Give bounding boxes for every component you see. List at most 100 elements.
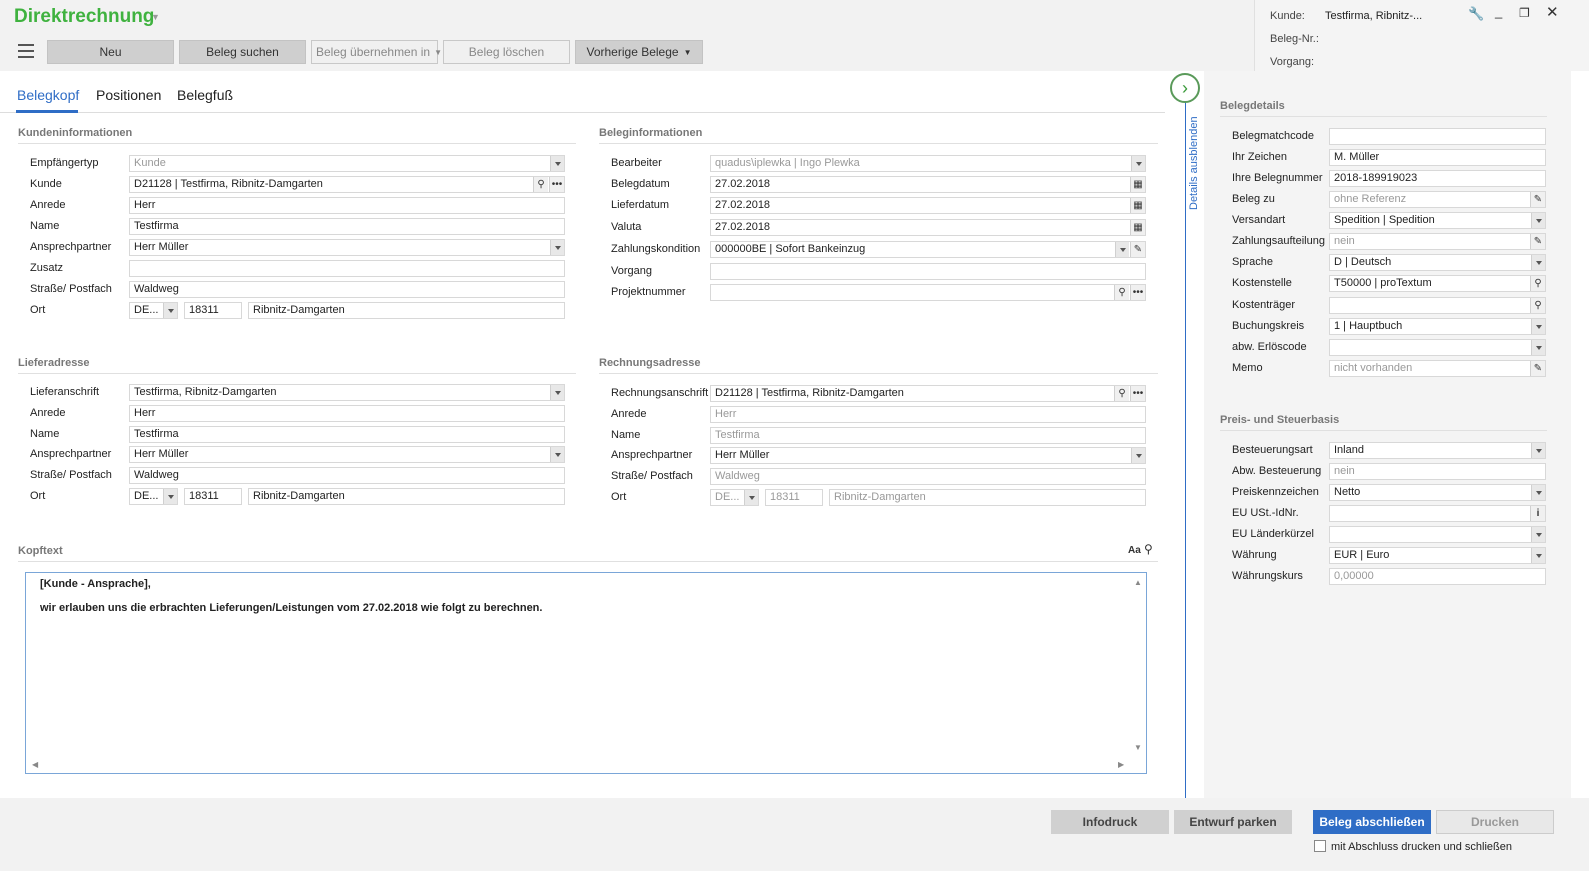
waehrung-select[interactable]: EUR | Euro bbox=[1329, 547, 1546, 564]
neu-button[interactable]: Neu bbox=[47, 40, 174, 64]
vorherige-belege-button[interactable]: Vorherige Belege ▼ bbox=[575, 40, 703, 64]
liefer-zip-field[interactable]: 18311 bbox=[184, 488, 242, 505]
rechnung-city-field[interactable]: Ribnitz-Damgarten bbox=[829, 489, 1146, 506]
empfaengertyp-select[interactable]: Kunde bbox=[129, 155, 565, 172]
country-select[interactable]: DE... bbox=[129, 302, 178, 319]
rechnung-country-select[interactable]: DE... bbox=[710, 489, 759, 506]
liefer-anrede-field[interactable]: Herr bbox=[129, 405, 565, 422]
edit-icon[interactable]: ✎ bbox=[1530, 234, 1545, 249]
more-icon[interactable]: ••• bbox=[1130, 386, 1145, 401]
search-icon[interactable]: ⚲ bbox=[1530, 298, 1545, 313]
close-icon[interactable]: ✕ bbox=[1546, 3, 1559, 21]
name-field[interactable]: Testfirma bbox=[129, 218, 565, 235]
liefer-strasse-field[interactable]: Waldweg bbox=[129, 467, 565, 484]
beleg-abschliessen-button[interactable]: Beleg abschließen bbox=[1313, 810, 1431, 834]
search-icon[interactable]: ⚲ bbox=[1144, 542, 1153, 556]
abschluss-drucken-checkbox[interactable] bbox=[1314, 840, 1326, 852]
ansprechpartner-select[interactable]: Herr Müller bbox=[129, 239, 565, 256]
beleg-zu-field[interactable]: ohne Referenz ✎ bbox=[1329, 191, 1546, 208]
rechnung-name-field[interactable]: Testfirma bbox=[710, 427, 1146, 444]
waehrungskurs-field[interactable]: 0,00000 bbox=[1329, 568, 1546, 585]
chevron-down-icon[interactable] bbox=[1115, 242, 1129, 257]
chevron-right-icon[interactable]: › bbox=[1170, 73, 1200, 103]
search-icon[interactable]: ⚲ bbox=[533, 177, 548, 192]
strasse-field[interactable]: Waldweg bbox=[129, 281, 565, 298]
search-icon[interactable]: ⚲ bbox=[1114, 285, 1129, 300]
vorgang-field[interactable] bbox=[710, 263, 1146, 280]
zusatz-field[interactable] bbox=[129, 260, 565, 277]
tab-positionen[interactable]: Positionen bbox=[96, 87, 161, 103]
details-toggle[interactable]: Details ausblenden bbox=[1188, 116, 1204, 210]
valuta-field[interactable]: 27.02.2018 ▦ bbox=[710, 219, 1146, 236]
chevron-down-icon[interactable] bbox=[1531, 319, 1545, 334]
beleg-uebernehmen-button[interactable]: Beleg übernehmen in ▼ bbox=[311, 40, 442, 64]
restore-icon[interactable]: ❐ bbox=[1519, 6, 1530, 20]
minimize-icon[interactable]: _ bbox=[1495, 4, 1502, 19]
scroll-up-icon[interactable]: ▲ bbox=[1134, 578, 1142, 587]
entwurf-parken-button[interactable]: Entwurf parken bbox=[1174, 810, 1292, 834]
edit-icon[interactable]: ✎ bbox=[1530, 192, 1545, 207]
chevron-down-icon[interactable] bbox=[1531, 485, 1545, 500]
rechnung-zip-field[interactable]: 18311 bbox=[765, 489, 823, 506]
search-icon[interactable]: ⚲ bbox=[1114, 386, 1129, 401]
font-format-icon[interactable]: Aa bbox=[1128, 545, 1141, 556]
calendar-icon[interactable]: ▦ bbox=[1130, 220, 1145, 235]
bearbeiter-select[interactable]: quadus\iplewka | Ingo Plewka bbox=[710, 155, 1146, 172]
chevron-down-icon[interactable] bbox=[1531, 443, 1545, 458]
kunde-field[interactable]: D21128 | Testfirma, Ribnitz-Damgarten ⚲ ••… bbox=[129, 176, 565, 193]
versandart-select[interactable]: Spedition | Spedition bbox=[1329, 212, 1546, 229]
title-dropdown-icon[interactable]: ▼ bbox=[151, 12, 160, 22]
chevron-down-icon[interactable] bbox=[1531, 340, 1545, 355]
panel-splitter[interactable] bbox=[1185, 100, 1186, 798]
tab-belegkopf[interactable]: Belegkopf bbox=[17, 87, 79, 103]
kostentraeger-field[interactable]: ⚲ bbox=[1329, 297, 1546, 314]
zip-field[interactable]: 18311 bbox=[184, 302, 242, 319]
edit-icon[interactable]: ✎ bbox=[1130, 242, 1145, 257]
calendar-icon[interactable]: ▦ bbox=[1130, 198, 1145, 213]
lieferanschrift-select[interactable]: Testfirma, Ribnitz-Damgarten bbox=[129, 384, 565, 401]
search-icon[interactable]: ⚲ bbox=[1530, 276, 1545, 291]
scroll-down-icon[interactable]: ▼ bbox=[1134, 743, 1142, 752]
chevron-down-icon[interactable] bbox=[1131, 448, 1145, 463]
chevron-down-icon[interactable] bbox=[550, 156, 564, 171]
rechnung-strasse-field[interactable]: Waldweg bbox=[710, 468, 1146, 485]
zahlungskondition-select[interactable]: 000000BE | Sofort Bankeinzug ✎ bbox=[710, 241, 1146, 258]
abw-besteuerung-field[interactable]: nein bbox=[1329, 463, 1546, 480]
kostenstelle-field[interactable]: T50000 | proTextum ⚲ bbox=[1329, 275, 1546, 292]
chevron-down-icon[interactable] bbox=[1531, 255, 1545, 270]
info-icon[interactable]: i bbox=[1530, 506, 1545, 521]
eu-ust-idnr-field[interactable]: i bbox=[1329, 505, 1546, 522]
more-icon[interactable]: ••• bbox=[549, 177, 564, 192]
preiskennzeichen-select[interactable]: Netto bbox=[1329, 484, 1546, 501]
belegmatchcode-field[interactable] bbox=[1329, 128, 1546, 145]
liefer-country-select[interactable]: DE... bbox=[129, 488, 178, 505]
eu-laenderkuerzel-select[interactable] bbox=[1329, 526, 1546, 543]
abw-erloescode-select[interactable] bbox=[1329, 339, 1546, 356]
besteuerungsart-select[interactable]: Inland bbox=[1329, 442, 1546, 459]
zahlungsaufteilung-field[interactable]: nein ✎ bbox=[1329, 233, 1546, 250]
chevron-down-icon[interactable] bbox=[550, 447, 564, 462]
ihre-belegnummer-field[interactable]: 2018-189919023 bbox=[1329, 170, 1546, 187]
chevron-down-icon[interactable] bbox=[1531, 548, 1545, 563]
wrench-icon[interactable]: 🔧 bbox=[1468, 6, 1484, 22]
more-icon[interactable]: ••• bbox=[1130, 285, 1145, 300]
buchungskreis-select[interactable]: 1 | Hauptbuch bbox=[1329, 318, 1546, 335]
liefer-name-field[interactable]: Testfirma bbox=[129, 426, 565, 443]
liefer-city-field[interactable]: Ribnitz-Damgarten bbox=[248, 488, 565, 505]
drucken-button[interactable]: Drucken bbox=[1436, 810, 1554, 834]
chevron-down-icon[interactable] bbox=[1531, 527, 1545, 542]
scroll-left-icon[interactable]: ◀ bbox=[32, 760, 38, 769]
scroll-right-icon[interactable]: ▶ bbox=[1118, 760, 1124, 769]
city-field[interactable]: Ribnitz-Damgarten bbox=[248, 302, 565, 319]
chevron-down-icon[interactable] bbox=[744, 490, 758, 505]
liefer-ansprechpartner-select[interactable]: Herr Müller bbox=[129, 446, 565, 463]
tab-belegfuss[interactable]: Belegfuß bbox=[177, 87, 233, 103]
calendar-icon[interactable]: ▦ bbox=[1130, 177, 1145, 192]
chevron-down-icon[interactable] bbox=[550, 240, 564, 255]
memo-field[interactable]: nicht vorhanden ✎ bbox=[1329, 360, 1546, 377]
infodruck-button[interactable]: Infodruck bbox=[1051, 810, 1169, 834]
app-title[interactable]: Direktrechnung bbox=[14, 6, 154, 28]
rechnung-anrede-field[interactable]: Herr bbox=[710, 406, 1146, 423]
menu-icon[interactable] bbox=[18, 44, 34, 58]
chevron-down-icon[interactable] bbox=[550, 385, 564, 400]
